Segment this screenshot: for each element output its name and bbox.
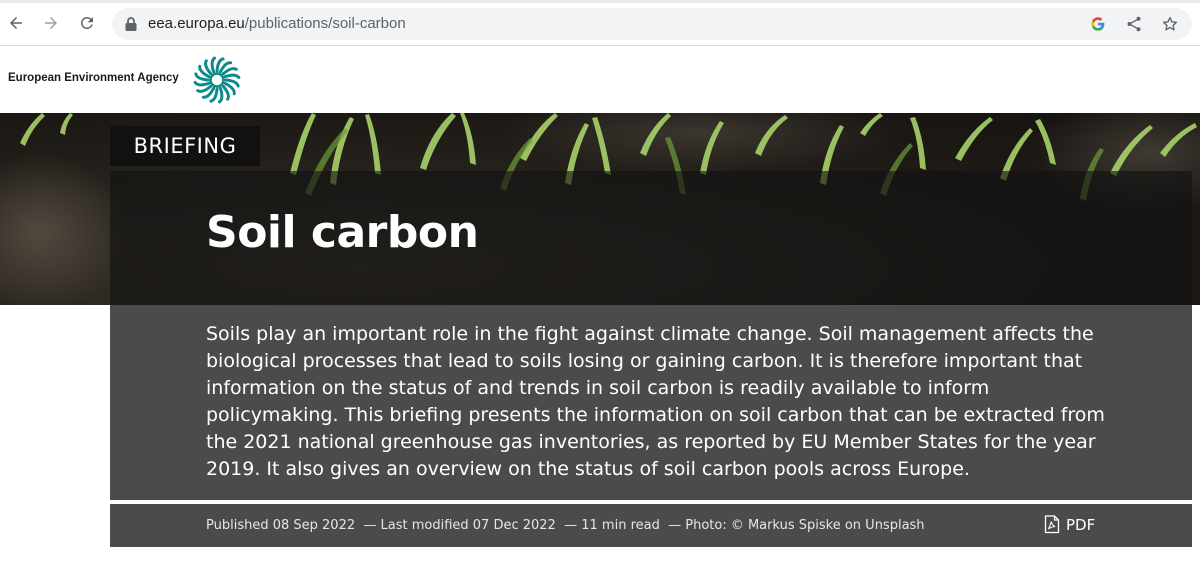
read-time: — 11 min read <box>564 518 660 533</box>
content-type-label: BRIEFING <box>110 126 260 166</box>
tab-strip <box>0 0 1200 3</box>
url-text[interactable]: eea.europa.eu/publications/soil-carbon <box>148 15 406 32</box>
star-icon[interactable] <box>1160 14 1180 34</box>
lock-icon[interactable] <box>124 16 138 32</box>
photo-credit[interactable]: — Photo: © Markus Spiske on Unsplash <box>668 518 924 533</box>
logo-ray <box>196 84 213 93</box>
url-path: /publications/soil-carbon <box>244 15 406 32</box>
logo-ray <box>204 59 213 76</box>
pdf-download-link[interactable]: PDF <box>1044 515 1095 534</box>
brand-name[interactable]: European Environment Agency <box>8 72 179 84</box>
published-date: Published 08 Sep 2022 <box>206 518 356 533</box>
eea-sun-logo-icon[interactable] <box>192 55 242 105</box>
forward-arrow-icon[interactable] <box>38 10 64 36</box>
pdf-label: PDF <box>1066 515 1096 534</box>
modified-date: — Last modified 07 Dec 2022 <box>363 518 556 533</box>
url-domain: eea.europa.eu <box>148 15 245 32</box>
share-icon[interactable] <box>1124 14 1144 34</box>
page-title: Soil carbon <box>206 207 479 258</box>
logo-ray <box>221 84 230 101</box>
address-bar[interactable]: eea.europa.eu/publications/soil-carbon <box>112 8 1192 40</box>
logo-ray <box>223 73 241 80</box>
reload-icon[interactable] <box>74 10 100 36</box>
site-header: European Environment Agency <box>0 47 1200 113</box>
pdf-file-icon <box>1044 515 1060 534</box>
logo-center <box>209 72 225 88</box>
logo-ray <box>217 86 224 104</box>
google-icon[interactable] <box>1088 14 1108 34</box>
summary-text: Soils play an important role in the figh… <box>206 323 1105 480</box>
logo-ray <box>193 80 211 87</box>
back-arrow-icon[interactable] <box>3 10 29 36</box>
logo-ray <box>221 67 238 76</box>
metadata-text: Published 08 Sep 2022 — Last modified 07… <box>206 518 925 533</box>
logo-ray <box>210 56 217 74</box>
browser-toolbar: eea.europa.eu/publications/soil-carbon <box>0 0 1200 46</box>
summary-panel: Soils play an important role in the figh… <box>110 305 1192 500</box>
metadata-bar: Published 08 Sep 2022 — Last modified 07… <box>110 502 1192 547</box>
